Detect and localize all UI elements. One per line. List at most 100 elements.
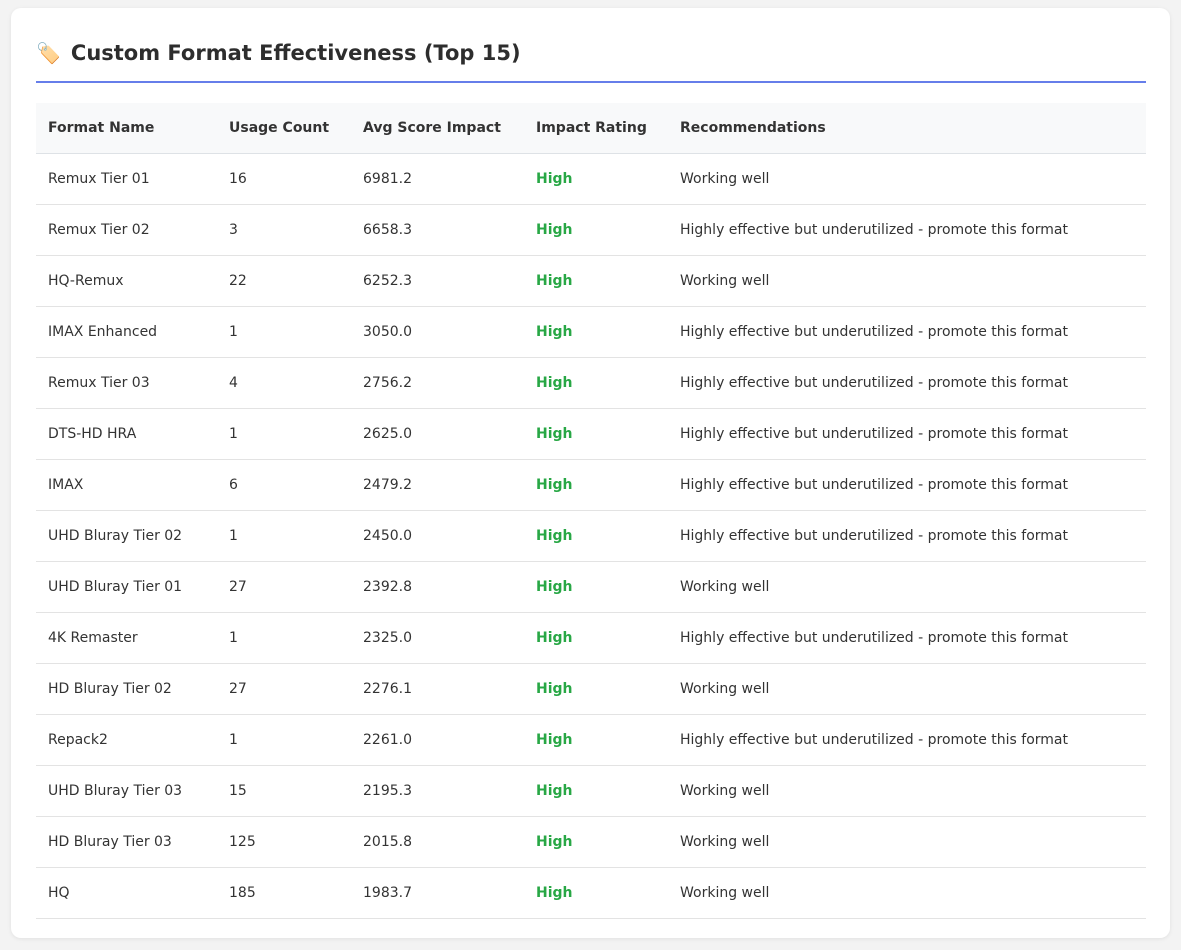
table-row: IMAX Enhanced 1 3050.0 High Highly effective… — [36, 306, 1146, 358]
column-header-format-name: Format Name — [36, 103, 217, 154]
cell-recommendation: Highly effective but underutilized - pro… — [668, 714, 1146, 766]
table-row: 4K Remaster 1 2325.0 High Highly effective b… — [36, 612, 1146, 664]
cell-avg-score-impact: 2195.3 — [351, 765, 524, 817]
column-header-usage-count: Usage Count — [217, 103, 351, 154]
format-effectiveness-table: Format Name Usage Count Avg Score Impact… — [36, 103, 1146, 919]
table-row: IMAX 6 2479.2 High Highly effective but unde… — [36, 459, 1146, 511]
cell-avg-score-impact: 2261.0 — [351, 714, 524, 766]
cell-usage-count: 3 — [217, 204, 351, 256]
cell-avg-score-impact: 2479.2 — [351, 459, 524, 511]
cell-impact-rating: High — [524, 714, 668, 766]
cell-usage-count: 16 — [217, 153, 351, 205]
cell-usage-count: 27 — [217, 663, 351, 715]
cell-format-name: Remux Tier 01 — [36, 153, 217, 205]
cell-usage-count: 1 — [217, 612, 351, 664]
cell-avg-score-impact: 2450.0 — [351, 510, 524, 562]
cell-avg-score-impact: 2392.8 — [351, 561, 524, 613]
table-row: HQ 185 1983.7 High Working well — [36, 867, 1146, 919]
cell-impact-rating: High — [524, 306, 668, 358]
cell-avg-score-impact: 2015.8 — [351, 816, 524, 868]
table-row: UHD Bluray Tier 02 1 2450.0 High Highly effe… — [36, 510, 1146, 562]
cell-impact-rating: High — [524, 459, 668, 511]
table-row: HD Bluray Tier 02 27 2276.1 High Working wel… — [36, 663, 1146, 715]
format-effectiveness-card: 🏷️ Custom Format Effectiveness (Top 15) … — [11, 8, 1170, 938]
table-row: HD Bluray Tier 03 125 2015.8 High Working we… — [36, 816, 1146, 868]
cell-usage-count: 1 — [217, 510, 351, 562]
cell-format-name: Remux Tier 02 — [36, 204, 217, 256]
cell-format-name: Repack2 — [36, 714, 217, 766]
cell-impact-rating: High — [524, 255, 668, 307]
cell-avg-score-impact: 2276.1 — [351, 663, 524, 715]
cell-impact-rating: High — [524, 867, 668, 919]
cell-impact-rating: High — [524, 357, 668, 409]
table-row: DTS-HD HRA 1 2625.0 High Highly effective bu… — [36, 408, 1146, 460]
cell-impact-rating: High — [524, 663, 668, 715]
column-header-avg-score-impact: Avg Score Impact — [351, 103, 524, 154]
cell-impact-rating: High — [524, 765, 668, 817]
cell-usage-count: 6 — [217, 459, 351, 511]
cell-format-name: HD Bluray Tier 03 — [36, 816, 217, 868]
label-tag-icon: 🏷️ — [36, 41, 61, 65]
cell-format-name: 4K Remaster — [36, 612, 217, 664]
cell-usage-count: 27 — [217, 561, 351, 613]
cell-avg-score-impact: 6252.3 — [351, 255, 524, 307]
card-title: Custom Format Effectiveness (Top 15) — [70, 41, 521, 65]
cell-usage-count: 125 — [217, 816, 351, 868]
cell-recommendation: Highly effective but underutilized - pro… — [668, 510, 1146, 562]
cell-impact-rating: High — [524, 816, 668, 868]
table-row: Remux Tier 02 3 6658.3 High Highly effective… — [36, 204, 1146, 256]
table-row: Remux Tier 01 16 6981.2 High Working well — [36, 153, 1146, 205]
cell-usage-count: 1 — [217, 714, 351, 766]
cell-recommendation: Working well — [668, 867, 1146, 919]
table-header-row: Format Name Usage Count Avg Score Impact… — [36, 103, 1146, 154]
cell-usage-count: 1 — [217, 306, 351, 358]
cell-impact-rating: High — [524, 510, 668, 562]
cell-avg-score-impact: 6981.2 — [351, 153, 524, 205]
cell-format-name: IMAX — [36, 459, 217, 511]
cell-usage-count: 15 — [217, 765, 351, 817]
cell-recommendation: Highly effective but underutilized - pro… — [668, 357, 1146, 409]
table-row: Remux Tier 03 4 2756.2 High Highly effective… — [36, 357, 1146, 409]
card-header: 🏷️ Custom Format Effectiveness (Top 15) — [36, 38, 1146, 83]
cell-recommendation: Highly effective but underutilized - pro… — [668, 408, 1146, 460]
cell-recommendation: Highly effective but underutilized - pro… — [668, 612, 1146, 664]
cell-usage-count: 22 — [217, 255, 351, 307]
cell-recommendation: Working well — [668, 255, 1146, 307]
cell-usage-count: 1 — [217, 408, 351, 460]
cell-impact-rating: High — [524, 561, 668, 613]
cell-recommendation: Working well — [668, 153, 1146, 205]
cell-recommendation: Highly effective but underutilized - pro… — [668, 306, 1146, 358]
cell-avg-score-impact: 2325.0 — [351, 612, 524, 664]
cell-format-name: UHD Bluray Tier 03 — [36, 765, 217, 817]
cell-recommendation: Working well — [668, 561, 1146, 613]
cell-format-name: IMAX Enhanced — [36, 306, 217, 358]
cell-format-name: DTS-HD HRA — [36, 408, 217, 460]
cell-impact-rating: High — [524, 153, 668, 205]
table-row: Repack2 1 2261.0 High Highly effective but u… — [36, 714, 1146, 766]
cell-usage-count: 185 — [217, 867, 351, 919]
cell-recommendation: Highly effective but underutilized - pro… — [668, 204, 1146, 256]
cell-avg-score-impact: 3050.0 — [351, 306, 524, 358]
cell-format-name: UHD Bluray Tier 02 — [36, 510, 217, 562]
cell-avg-score-impact: 6658.3 — [351, 204, 524, 256]
cell-recommendation: Working well — [668, 663, 1146, 715]
cell-avg-score-impact: 1983.7 — [351, 867, 524, 919]
cell-usage-count: 4 — [217, 357, 351, 409]
cell-recommendation: Working well — [668, 816, 1146, 868]
column-header-impact-rating: Impact Rating — [524, 103, 668, 154]
table-row: UHD Bluray Tier 01 27 2392.8 High Working we… — [36, 561, 1146, 613]
cell-impact-rating: High — [524, 612, 668, 664]
cell-format-name: UHD Bluray Tier 01 — [36, 561, 217, 613]
cell-format-name: HD Bluray Tier 02 — [36, 663, 217, 715]
cell-impact-rating: High — [524, 204, 668, 256]
table-row: HQ-Remux 22 6252.3 High Working well — [36, 255, 1146, 307]
cell-recommendation: Highly effective but underutilized - pro… — [668, 459, 1146, 511]
cell-format-name: HQ — [36, 867, 217, 919]
cell-avg-score-impact: 2756.2 — [351, 357, 524, 409]
cell-format-name: HQ-Remux — [36, 255, 217, 307]
table-row: UHD Bluray Tier 03 15 2195.3 High Working we… — [36, 765, 1146, 817]
cell-avg-score-impact: 2625.0 — [351, 408, 524, 460]
cell-format-name: Remux Tier 03 — [36, 357, 217, 409]
cell-recommendation: Working well — [668, 765, 1146, 817]
column-header-recommendations: Recommendations — [668, 103, 1146, 154]
